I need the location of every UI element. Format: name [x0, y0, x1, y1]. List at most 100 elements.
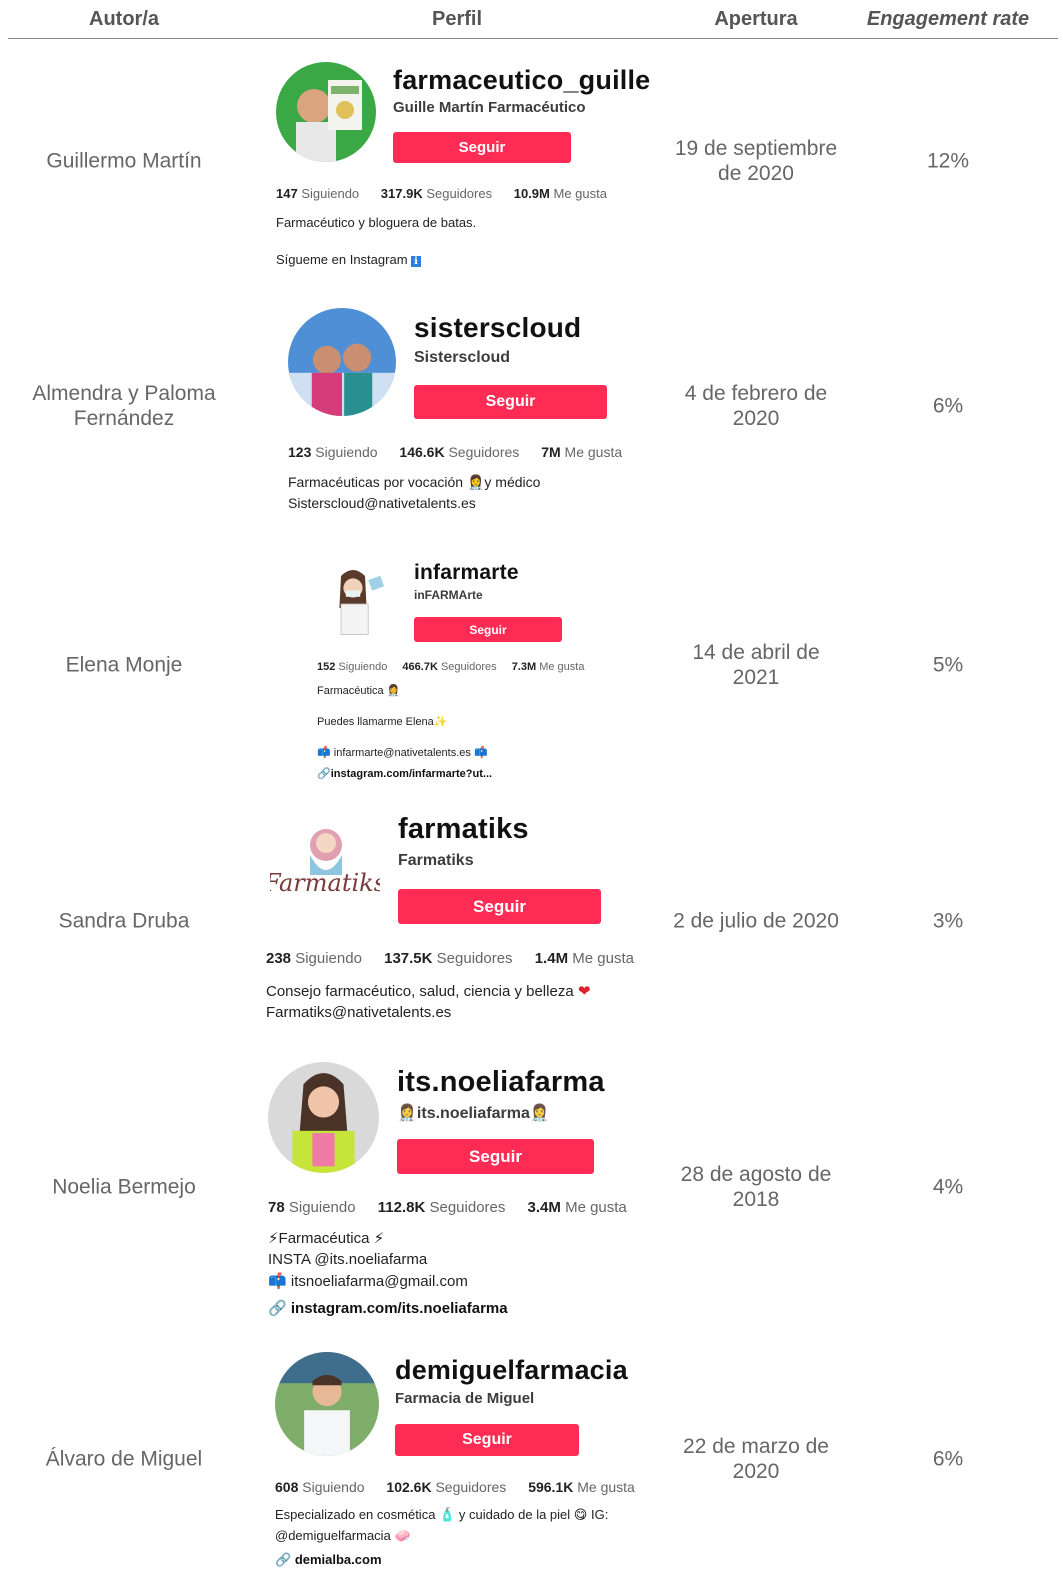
profile-display-name: inFARMArte	[414, 588, 483, 602]
link-icon: 🔗	[317, 768, 331, 780]
followers-count: 146.6K	[399, 444, 445, 460]
link-icon: 🔗	[268, 1300, 287, 1317]
bio-line: 📫 infarmarte@nativetalents.es 📫	[317, 747, 488, 759]
table-header: Autor/a Perfil Apertura Engagement rate	[0, 0, 1063, 40]
mailbox-icon: 📫	[317, 747, 331, 759]
header-author: Autor/a	[89, 8, 159, 30]
following-label: Siguiendo	[288, 1199, 356, 1216]
follow-button[interactable]: Seguir	[395, 1424, 579, 1456]
engagement-rate: 4%	[932, 1175, 964, 1199]
header-opening: Apertura	[714, 8, 798, 30]
bio-line: Farmacéuticas por vocación 👩‍⚕️y médico	[288, 474, 541, 490]
opening-date: 19 de septiembre de 2020	[674, 137, 838, 185]
bio-line: Farmacéutico y bloguera de batas.	[276, 215, 477, 230]
profile-display-name: Farmatiks	[398, 852, 474, 869]
profile-username: sisterscloud	[414, 312, 582, 343]
author-name: Almendra y Paloma Fernández	[32, 382, 216, 430]
likes-count: 1.4M	[534, 950, 569, 967]
follow-button[interactable]: Seguir	[414, 385, 607, 419]
profile-display-name: Sisterscloud	[414, 349, 511, 366]
header-engagement: Engagement rate	[866, 8, 1030, 30]
following-label: Siguiendo	[338, 661, 388, 673]
lightning-icon: ⚡	[373, 1230, 385, 1247]
following-count: 608	[275, 1479, 299, 1495]
bio-line: ⚡Farmacéutica ⚡	[268, 1230, 385, 1247]
mailbox-icon: 📫	[473, 747, 488, 759]
engagement-rate: 6%	[932, 1447, 964, 1471]
engagement-rate: 5%	[932, 653, 964, 677]
author-name: Guillermo Martín	[46, 149, 202, 173]
avatar[interactable]	[317, 560, 397, 640]
bio-line: Farmacéutica 👩‍⚕️	[317, 685, 401, 697]
avatar[interactable]: Farmatiks	[270, 815, 380, 915]
header-divider	[8, 38, 1058, 39]
link-icon: 🔗	[275, 1552, 292, 1567]
likes-count: 3.4M	[527, 1199, 561, 1216]
following-count: 123	[288, 444, 312, 460]
likes-count: 7.3M	[511, 661, 537, 673]
likes-count: 7M	[541, 444, 561, 460]
header-profile: Perfil	[431, 8, 483, 30]
opening-date: 14 de abril de 2021	[692, 641, 820, 689]
following-label: Siguiendo	[301, 186, 360, 201]
followers-count: 317.9K	[380, 186, 423, 201]
opening-date: 4 de febrero de 2020	[684, 382, 828, 430]
health-worker-icon: 👩‍⚕️	[397, 1105, 417, 1122]
health-worker-icon: 👩‍⚕️	[529, 1105, 550, 1122]
avatar[interactable]	[288, 308, 396, 416]
following-label: Siguiendo	[315, 444, 378, 460]
likes-label: Me gusta	[572, 950, 634, 967]
profile-stats: 608 Siguiendo 102.6K Seguidores 596.1K M…	[275, 1479, 653, 1495]
health-worker-icon: 👩‍⚕️	[386, 685, 401, 697]
following-label: Siguiendo	[302, 1479, 365, 1495]
profile-username: farmatiks	[398, 813, 529, 845]
following-count: 238	[266, 950, 292, 967]
follow-button[interactable]: Seguir	[393, 132, 571, 163]
follow-button[interactable]: Seguir	[397, 1139, 594, 1174]
followers-count: 466.7K	[402, 661, 438, 673]
bio-line: Sígueme en Instagram ℹ	[276, 252, 421, 267]
author-name: Elena Monje	[65, 653, 183, 677]
likes-count: 10.9M	[513, 186, 550, 201]
profile-stats: 152 Siguiendo 466.7K Seguidores 7.3M Me …	[317, 661, 602, 673]
followers-label: Seguidores	[426, 186, 493, 201]
followers-label: Seguidores	[440, 661, 497, 673]
info-icon: ℹ	[411, 256, 421, 267]
followers-count: 137.5K	[384, 950, 433, 967]
likes-label: Me gusta	[553, 186, 607, 201]
likes-label: Me gusta	[539, 661, 585, 673]
avatar[interactable]	[276, 62, 376, 162]
bio-line: Sisterscloud@nativetalents.es	[288, 495, 476, 511]
author-name: Noelia Bermejo	[52, 1175, 196, 1199]
avatar[interactable]	[268, 1062, 379, 1173]
soap-icon: 🧼	[394, 1528, 411, 1543]
following-label: Siguiendo	[295, 950, 362, 967]
engagement-rate: 3%	[932, 909, 964, 933]
profile-link[interactable]: 🔗 instagram.com/its.noeliafarma	[268, 1299, 508, 1317]
profile-stats: 123 Siguiendo 146.6K Seguidores 7M Me gu…	[288, 444, 640, 460]
engagement-rate: 6%	[932, 394, 964, 418]
author-name: Sandra Druba	[58, 909, 190, 933]
bio-line: Farmatiks@nativetalents.es	[266, 1004, 452, 1021]
bio-line: Consejo farmacéutico, salud, ciencia y b…	[266, 983, 591, 1000]
brand-logo-text: Farmatiks	[270, 869, 380, 897]
follow-button[interactable]: Seguir	[398, 889, 601, 924]
profile-stats: 147 Siguiendo 317.9K Seguidores 10.9M Me…	[276, 186, 625, 201]
health-worker-icon: 👩‍⚕️	[466, 474, 485, 490]
profile-display-name: Farmacia de Miguel	[395, 1390, 535, 1407]
followers-count: 112.8K	[377, 1199, 426, 1216]
avatar[interactable]	[275, 1352, 379, 1456]
bio-line: Puedes llamarme Elena✨	[317, 716, 448, 728]
bio-line: Especializado en cosmética 🧴 y cuidado d…	[275, 1507, 609, 1522]
profile-link[interactable]: 🔗 demialba.com	[275, 1552, 382, 1568]
profile-link[interactable]: 🔗instagram.com/infarmarte?ut...	[317, 767, 492, 780]
follow-button[interactable]: Seguir	[414, 617, 562, 642]
following-count: 152	[317, 661, 336, 673]
followers-label: Seguidores	[436, 950, 513, 967]
profile-username: farmaceutico_guille	[393, 65, 651, 95]
sparkles-icon: ✨	[433, 716, 448, 728]
followers-count: 102.6K	[386, 1479, 432, 1495]
profile-display-name: Guille Martín Farmacéutico	[393, 99, 586, 116]
bio-line: @demiguelfarmacia 🧼	[275, 1528, 411, 1543]
profile-username: infarmarte	[414, 561, 519, 584]
